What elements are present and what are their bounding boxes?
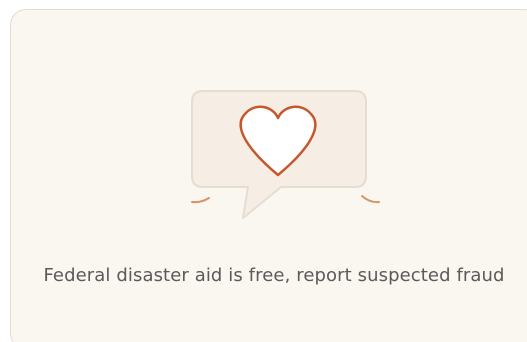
accent-dash-left [191, 197, 210, 204]
info-card: Federal disaster aid is free, report sus… [10, 9, 527, 342]
accent-dash-right [361, 195, 380, 204]
heart-speech-bubble-icon [181, 82, 381, 222]
fraud-warning-message: Federal disaster aid is free, report sus… [43, 265, 505, 286]
